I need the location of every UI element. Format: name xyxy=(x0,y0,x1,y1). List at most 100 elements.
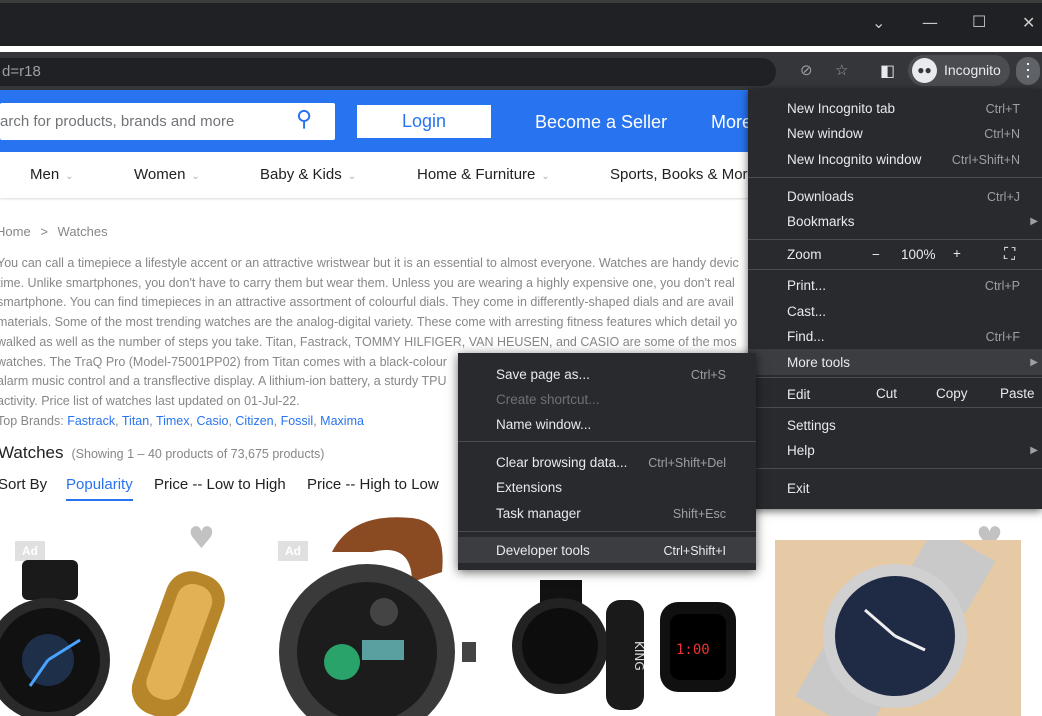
brand-link[interactable]: Citizen xyxy=(235,414,273,428)
category-sports-books[interactable]: Sports, Books & Mor xyxy=(610,166,748,183)
description-line: time. Unlike smartphones, you don't have… xyxy=(0,275,735,290)
chevron-down-icon: ⌄ xyxy=(347,171,357,182)
menu-new-window[interactable]: New window xyxy=(787,126,863,141)
brand-link[interactable]: Timex xyxy=(156,414,190,428)
watch-image xyxy=(775,540,1021,716)
listing-title-text: Watches xyxy=(0,443,64,462)
menu-shortcut: Shift+Esc xyxy=(672,507,726,521)
menu-shortcut: Ctrl+S xyxy=(690,368,726,382)
zoom-out-button[interactable]: − xyxy=(872,247,880,262)
wishlist-heart-icon[interactable]: ♥ xyxy=(188,521,215,556)
sort-price-high-low[interactable]: Price -- High to Low xyxy=(307,476,439,493)
incognito-label: Incognito xyxy=(944,62,1001,78)
description-line: materials. Some of the most trending wat… xyxy=(0,315,738,330)
menu-downloads[interactable]: Downloads xyxy=(787,189,854,204)
menu-new-incognito-window[interactable]: New Incognito window xyxy=(787,152,921,167)
chrome-menu-button[interactable]: ⋮ xyxy=(1016,57,1040,85)
more-tools-submenu: Save page as... Ctrl+S Create shortcut..… xyxy=(458,353,756,570)
listing-count: (Showing 1 – 40 products of 73,675 produ… xyxy=(71,447,325,461)
category-baby-kids[interactable]: Baby & Kids ⌄ xyxy=(260,166,356,183)
submenu-create-shortcut: Create shortcut... xyxy=(496,392,600,407)
tab-search-chevron-icon[interactable]: ⌄ xyxy=(872,13,885,32)
product-image[interactable] xyxy=(262,512,482,716)
watch-image xyxy=(279,517,476,716)
incognito-avatar-icon: ●● xyxy=(912,58,937,83)
ad-badge: Ad xyxy=(15,541,45,561)
edit-paste-button[interactable]: Paste xyxy=(1000,386,1035,401)
category-home-furniture[interactable]: Home & Furniture ⌄ xyxy=(417,166,550,183)
menu-new-incognito-tab[interactable]: New Incognito tab xyxy=(787,101,895,116)
login-button[interactable]: Login xyxy=(357,105,491,138)
description-line: You can call a timepiece a lifestyle acc… xyxy=(0,256,739,270)
breadcrumb-current[interactable]: Watches xyxy=(58,224,108,239)
menu-find[interactable]: Find... xyxy=(787,329,825,344)
product-image[interactable]: KING 1:00 xyxy=(500,580,756,716)
more-link[interactable]: More xyxy=(711,112,752,133)
submenu-task-manager[interactable]: Task manager xyxy=(496,506,581,521)
menu-settings[interactable]: Settings xyxy=(787,418,836,433)
submenu-extensions[interactable]: Extensions xyxy=(496,480,562,495)
eye-off-icon[interactable]: ⊘ xyxy=(800,61,813,79)
zoom-level: 100% xyxy=(901,247,936,262)
search-icon[interactable]: ⚲ xyxy=(296,107,312,132)
description-line: walked as well as the number of steps yo… xyxy=(0,334,737,349)
search-input[interactable]: arch for products, brands and more xyxy=(0,113,234,130)
sort-popularity[interactable]: Popularity xyxy=(66,476,133,501)
category-bar: Men ⌄ Women ⌄ Baby & Kids ⌄ Home & Furnitur… xyxy=(0,152,760,198)
menu-print[interactable]: Print... xyxy=(787,278,826,293)
brand-link[interactable]: Fossil xyxy=(281,414,314,428)
menu-more-tools[interactable]: More tools xyxy=(787,355,850,370)
chevron-down-icon: ⌄ xyxy=(541,171,550,182)
menu-cast[interactable]: Cast... xyxy=(787,304,826,319)
brand-link[interactable]: Titan xyxy=(122,414,149,428)
submenu-developer-tools[interactable]: Developer tools xyxy=(496,543,590,558)
menu-bookmarks[interactable]: Bookmarks xyxy=(787,214,855,229)
breadcrumb-home[interactable]: Home xyxy=(0,224,31,239)
brand-link[interactable]: Maxima xyxy=(320,414,364,428)
minimize-icon[interactable]: — xyxy=(922,13,938,32)
address-bar[interactable]: d=r18 ⊘ ☆ xyxy=(0,58,848,86)
close-icon[interactable]: ✕ xyxy=(1022,13,1035,32)
brand-link[interactable]: Fastrack xyxy=(67,414,115,428)
watch-image xyxy=(0,560,225,716)
menu-divider xyxy=(748,407,1042,408)
sort-label: Sort By xyxy=(0,476,48,493)
become-seller-link[interactable]: Become a Seller xyxy=(535,112,667,133)
product-image[interactable] xyxy=(775,540,1021,716)
submenu-clear-browsing-data[interactable]: Clear browsing data... xyxy=(496,455,627,470)
side-panel-icon[interactable]: ◧ xyxy=(880,61,895,80)
browser-toolbar: d=r18 ⊘ ☆ ◧ ●● Incognito ⋮ xyxy=(0,52,1042,90)
menu-shortcut: Ctrl+P xyxy=(984,279,1020,293)
menu-shortcut: Ctrl+T xyxy=(985,102,1020,116)
brand-link[interactable]: Casio xyxy=(196,414,228,428)
submenu-name-window[interactable]: Name window... xyxy=(496,417,591,432)
category-women[interactable]: Women ⌄ xyxy=(134,166,200,183)
menu-shortcut: Ctrl+F xyxy=(985,330,1020,344)
description-line: smartphone. You can find timepieces in a… xyxy=(0,295,734,310)
menu-divider xyxy=(748,269,1042,270)
menu-zoom-label: Zoom xyxy=(787,247,822,262)
menu-exit[interactable]: Exit xyxy=(787,481,810,496)
menu-shortcut: Ctrl+Shift+I xyxy=(663,544,726,558)
chevron-down-icon: ⌄ xyxy=(65,171,74,182)
submenu-save-page[interactable]: Save page as... xyxy=(496,367,590,382)
menu-help[interactable]: Help xyxy=(787,443,815,458)
listing-title: Watches (Showing 1 – 40 products of 73,67… xyxy=(0,443,324,463)
sort-price-low-high[interactable]: Price -- Low to High xyxy=(154,476,286,493)
incognito-profile-button[interactable]: ●● Incognito xyxy=(908,55,1010,86)
menu-divider xyxy=(748,177,1042,178)
zoom-in-button[interactable]: + xyxy=(953,246,961,261)
chevron-down-icon: ⌄ xyxy=(191,171,200,182)
address-bar-text[interactable]: d=r18 xyxy=(2,63,41,80)
svg-text:1:00: 1:00 xyxy=(676,642,710,658)
fullscreen-icon[interactable]: ⛶ xyxy=(1004,244,1015,264)
edit-copy-button[interactable]: Copy xyxy=(936,386,968,401)
search-box[interactable]: arch for products, brands and more ⚲ xyxy=(0,103,335,140)
category-men[interactable]: Men ⌄ xyxy=(30,166,74,183)
product-image[interactable] xyxy=(0,560,240,716)
breadcrumb: Home > Watches xyxy=(0,224,108,239)
maximize-icon[interactable]: ☐ xyxy=(972,12,986,31)
bookmark-star-icon[interactable]: ☆ xyxy=(835,61,848,79)
submenu-arrow-icon: ▶ xyxy=(1030,216,1038,227)
edit-cut-button[interactable]: Cut xyxy=(876,386,897,401)
